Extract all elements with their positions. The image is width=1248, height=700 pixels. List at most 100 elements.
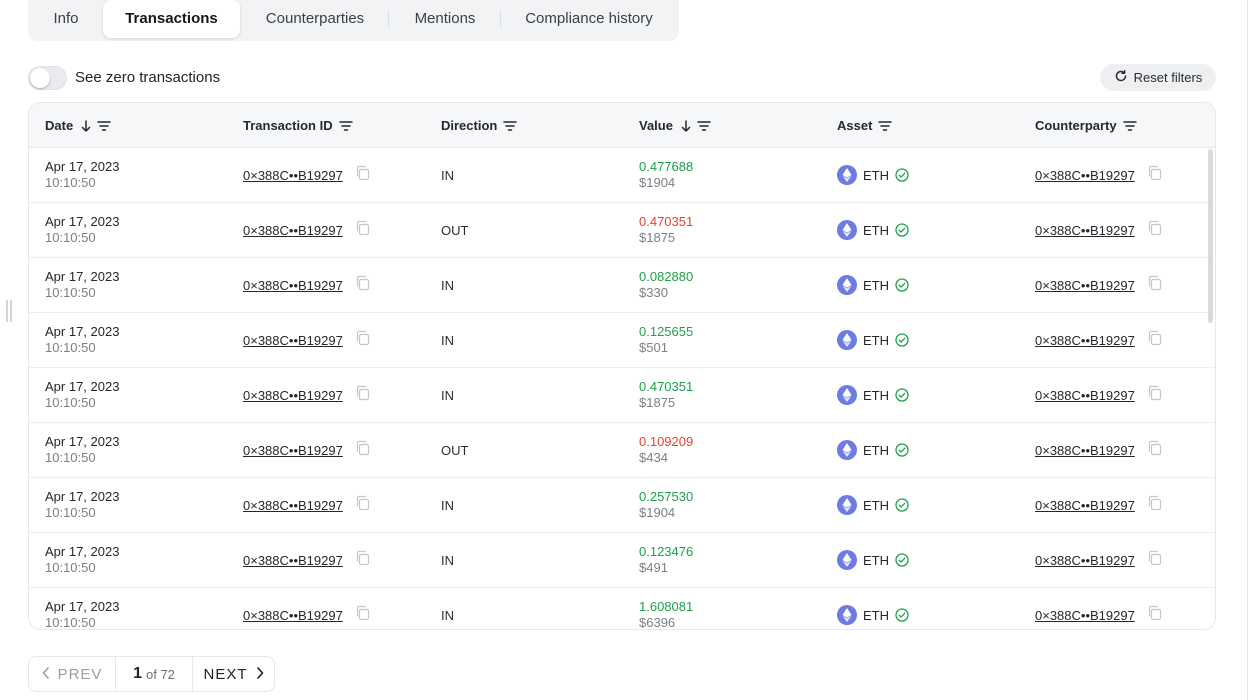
total-pages: of 72 (145, 666, 175, 682)
value-amount: 0.109209 (639, 434, 694, 449)
copy-icon[interactable] (1147, 605, 1163, 626)
copy-icon[interactable] (1147, 495, 1163, 516)
transaction-id-link[interactable]: 0×388C••B19297 (243, 333, 343, 348)
counterparty-link[interactable]: 0×388C••B19297 (1035, 498, 1135, 513)
copy-icon[interactable] (1147, 550, 1163, 571)
tab-transactions[interactable]: Transactions (103, 0, 240, 38)
date-cell: Apr 17, 2023 10:10:50 (45, 423, 119, 477)
counterparty-cell: 0×388C••B19297 (1035, 533, 1163, 587)
copy-icon[interactable] (355, 220, 371, 241)
table-scrollbar[interactable] (1208, 149, 1213, 323)
time-text: 10:10:50 (45, 450, 96, 465)
direction-cell: IN (441, 148, 454, 202)
transaction-id-cell: 0×388C••B19297 (243, 258, 371, 312)
counterparty-link[interactable]: 0×388C••B19297 (1035, 168, 1135, 183)
filter-icon[interactable] (878, 120, 893, 131)
transaction-id-link[interactable]: 0×388C••B19297 (243, 608, 343, 623)
copy-icon[interactable] (1147, 440, 1163, 461)
copy-icon[interactable] (1147, 220, 1163, 241)
sort-desc-icon[interactable] (81, 119, 91, 132)
date-cell: Apr 17, 2023 10:10:50 (45, 203, 119, 257)
transaction-id-cell: 0×388C••B19297 (243, 423, 371, 477)
counterparty-link[interactable]: 0×388C••B19297 (1035, 443, 1135, 458)
chevron-left-icon (42, 666, 50, 683)
column-header-asset[interactable]: Asset (837, 103, 893, 148)
verified-check-icon (895, 223, 909, 237)
filter-icon[interactable] (697, 120, 711, 131)
sort-desc-icon[interactable] (681, 119, 691, 132)
asset-cell: ETH (837, 533, 909, 587)
table-row[interactable]: Apr 17, 2023 10:10:50 0×388C••B19297 IN 0.12… (29, 533, 1215, 588)
copy-icon[interactable] (355, 550, 371, 571)
copy-icon[interactable] (355, 440, 371, 461)
column-label: Asset (837, 118, 873, 133)
prev-page-button[interactable]: PREV (29, 657, 116, 691)
copy-icon[interactable] (355, 330, 371, 351)
direction-cell: IN (441, 368, 454, 422)
copy-icon[interactable] (1147, 275, 1163, 296)
value-usd: $491 (639, 560, 668, 575)
table-row[interactable]: Apr 17, 2023 10:10:50 0×388C••B19297 OUT 0.4… (29, 203, 1215, 258)
transaction-id-cell: 0×388C••B19297 (243, 203, 371, 257)
counterparty-link[interactable]: 0×388C••B19297 (1035, 388, 1135, 403)
asset-cell: ETH (837, 313, 909, 367)
table-row[interactable]: Apr 17, 2023 10:10:50 0×388C••B19297 IN 0.47… (29, 148, 1215, 203)
ethereum-icon (837, 385, 857, 405)
tab-counterparties[interactable]: Counterparties (250, 0, 380, 38)
counterparty-link[interactable]: 0×388C••B19297 (1035, 608, 1135, 623)
table-row[interactable]: Apr 17, 2023 10:10:50 0×388C••B19297 IN 0.47… (29, 368, 1215, 423)
transaction-id-link[interactable]: 0×388C••B19297 (243, 168, 343, 183)
time-text: 10:10:50 (45, 505, 96, 520)
reset-filters-button[interactable]: Reset filters (1100, 64, 1216, 91)
column-header-counterparty[interactable]: Counterparty (1035, 103, 1137, 148)
table-row[interactable]: Apr 17, 2023 10:10:50 0×388C••B19297 OUT 0.1… (29, 423, 1215, 478)
tab-info[interactable]: Info (28, 0, 104, 38)
transaction-id-link[interactable]: 0×388C••B19297 (243, 278, 343, 293)
copy-icon[interactable] (1147, 165, 1163, 186)
filter-icon[interactable] (503, 120, 518, 131)
verified-check-icon (895, 278, 909, 292)
copy-icon[interactable] (355, 495, 371, 516)
column-label: Value (639, 118, 673, 133)
date-cell: Apr 17, 2023 10:10:50 (45, 478, 119, 532)
filter-icon[interactable] (1122, 120, 1137, 131)
filter-icon[interactable] (97, 120, 111, 131)
date-cell: Apr 17, 2023 10:10:50 (45, 258, 119, 312)
filter-icon[interactable] (338, 120, 353, 131)
table-row[interactable]: Apr 17, 2023 10:10:50 0×388C••B19297 IN 1.60… (29, 588, 1215, 629)
transaction-id-link[interactable]: 0×388C••B19297 (243, 443, 343, 458)
copy-icon[interactable] (355, 605, 371, 626)
value-usd: $434 (639, 450, 668, 465)
counterparty-link[interactable]: 0×388C••B19297 (1035, 333, 1135, 348)
verified-check-icon (895, 553, 909, 567)
table-row[interactable]: Apr 17, 2023 10:10:50 0×388C••B19297 IN 0.25… (29, 478, 1215, 533)
copy-icon[interactable] (355, 275, 371, 296)
next-page-button[interactable]: NEXT (193, 657, 274, 691)
column-header-direction[interactable]: Direction (441, 103, 518, 148)
transaction-id-link[interactable]: 0×388C••B19297 (243, 223, 343, 238)
direction-text: IN (441, 387, 454, 403)
copy-icon[interactable] (1147, 385, 1163, 406)
column-label: Direction (441, 118, 498, 133)
copy-icon[interactable] (355, 165, 371, 186)
copy-icon[interactable] (355, 385, 371, 406)
column-header-date[interactable]: Date (45, 103, 111, 148)
transaction-id-link[interactable]: 0×388C••B19297 (243, 388, 343, 403)
tab-compliance-history[interactable]: Compliance history (510, 0, 668, 38)
date-text: Apr 17, 2023 (45, 324, 120, 339)
zero-transactions-toggle[interactable] (28, 66, 67, 90)
counterparty-link[interactable]: 0×388C••B19297 (1035, 223, 1135, 238)
resize-handle[interactable] (5, 299, 13, 323)
verified-check-icon (895, 333, 909, 347)
table-row[interactable]: Apr 17, 2023 10:10:50 0×388C••B19297 IN 0.08… (29, 258, 1215, 313)
tab-mentions[interactable]: Mentions (397, 0, 493, 38)
counterparty-link[interactable]: 0×388C••B19297 (1035, 553, 1135, 568)
transaction-id-link[interactable]: 0×388C••B19297 (243, 498, 343, 513)
column-header-transaction-id[interactable]: Transaction ID (243, 103, 353, 148)
counterparty-link[interactable]: 0×388C••B19297 (1035, 278, 1135, 293)
verified-check-icon (895, 168, 909, 182)
column-header-value[interactable]: Value (639, 103, 711, 148)
table-row[interactable]: Apr 17, 2023 10:10:50 0×388C••B19297 IN 0.12… (29, 313, 1215, 368)
transaction-id-link[interactable]: 0×388C••B19297 (243, 553, 343, 568)
copy-icon[interactable] (1147, 330, 1163, 351)
